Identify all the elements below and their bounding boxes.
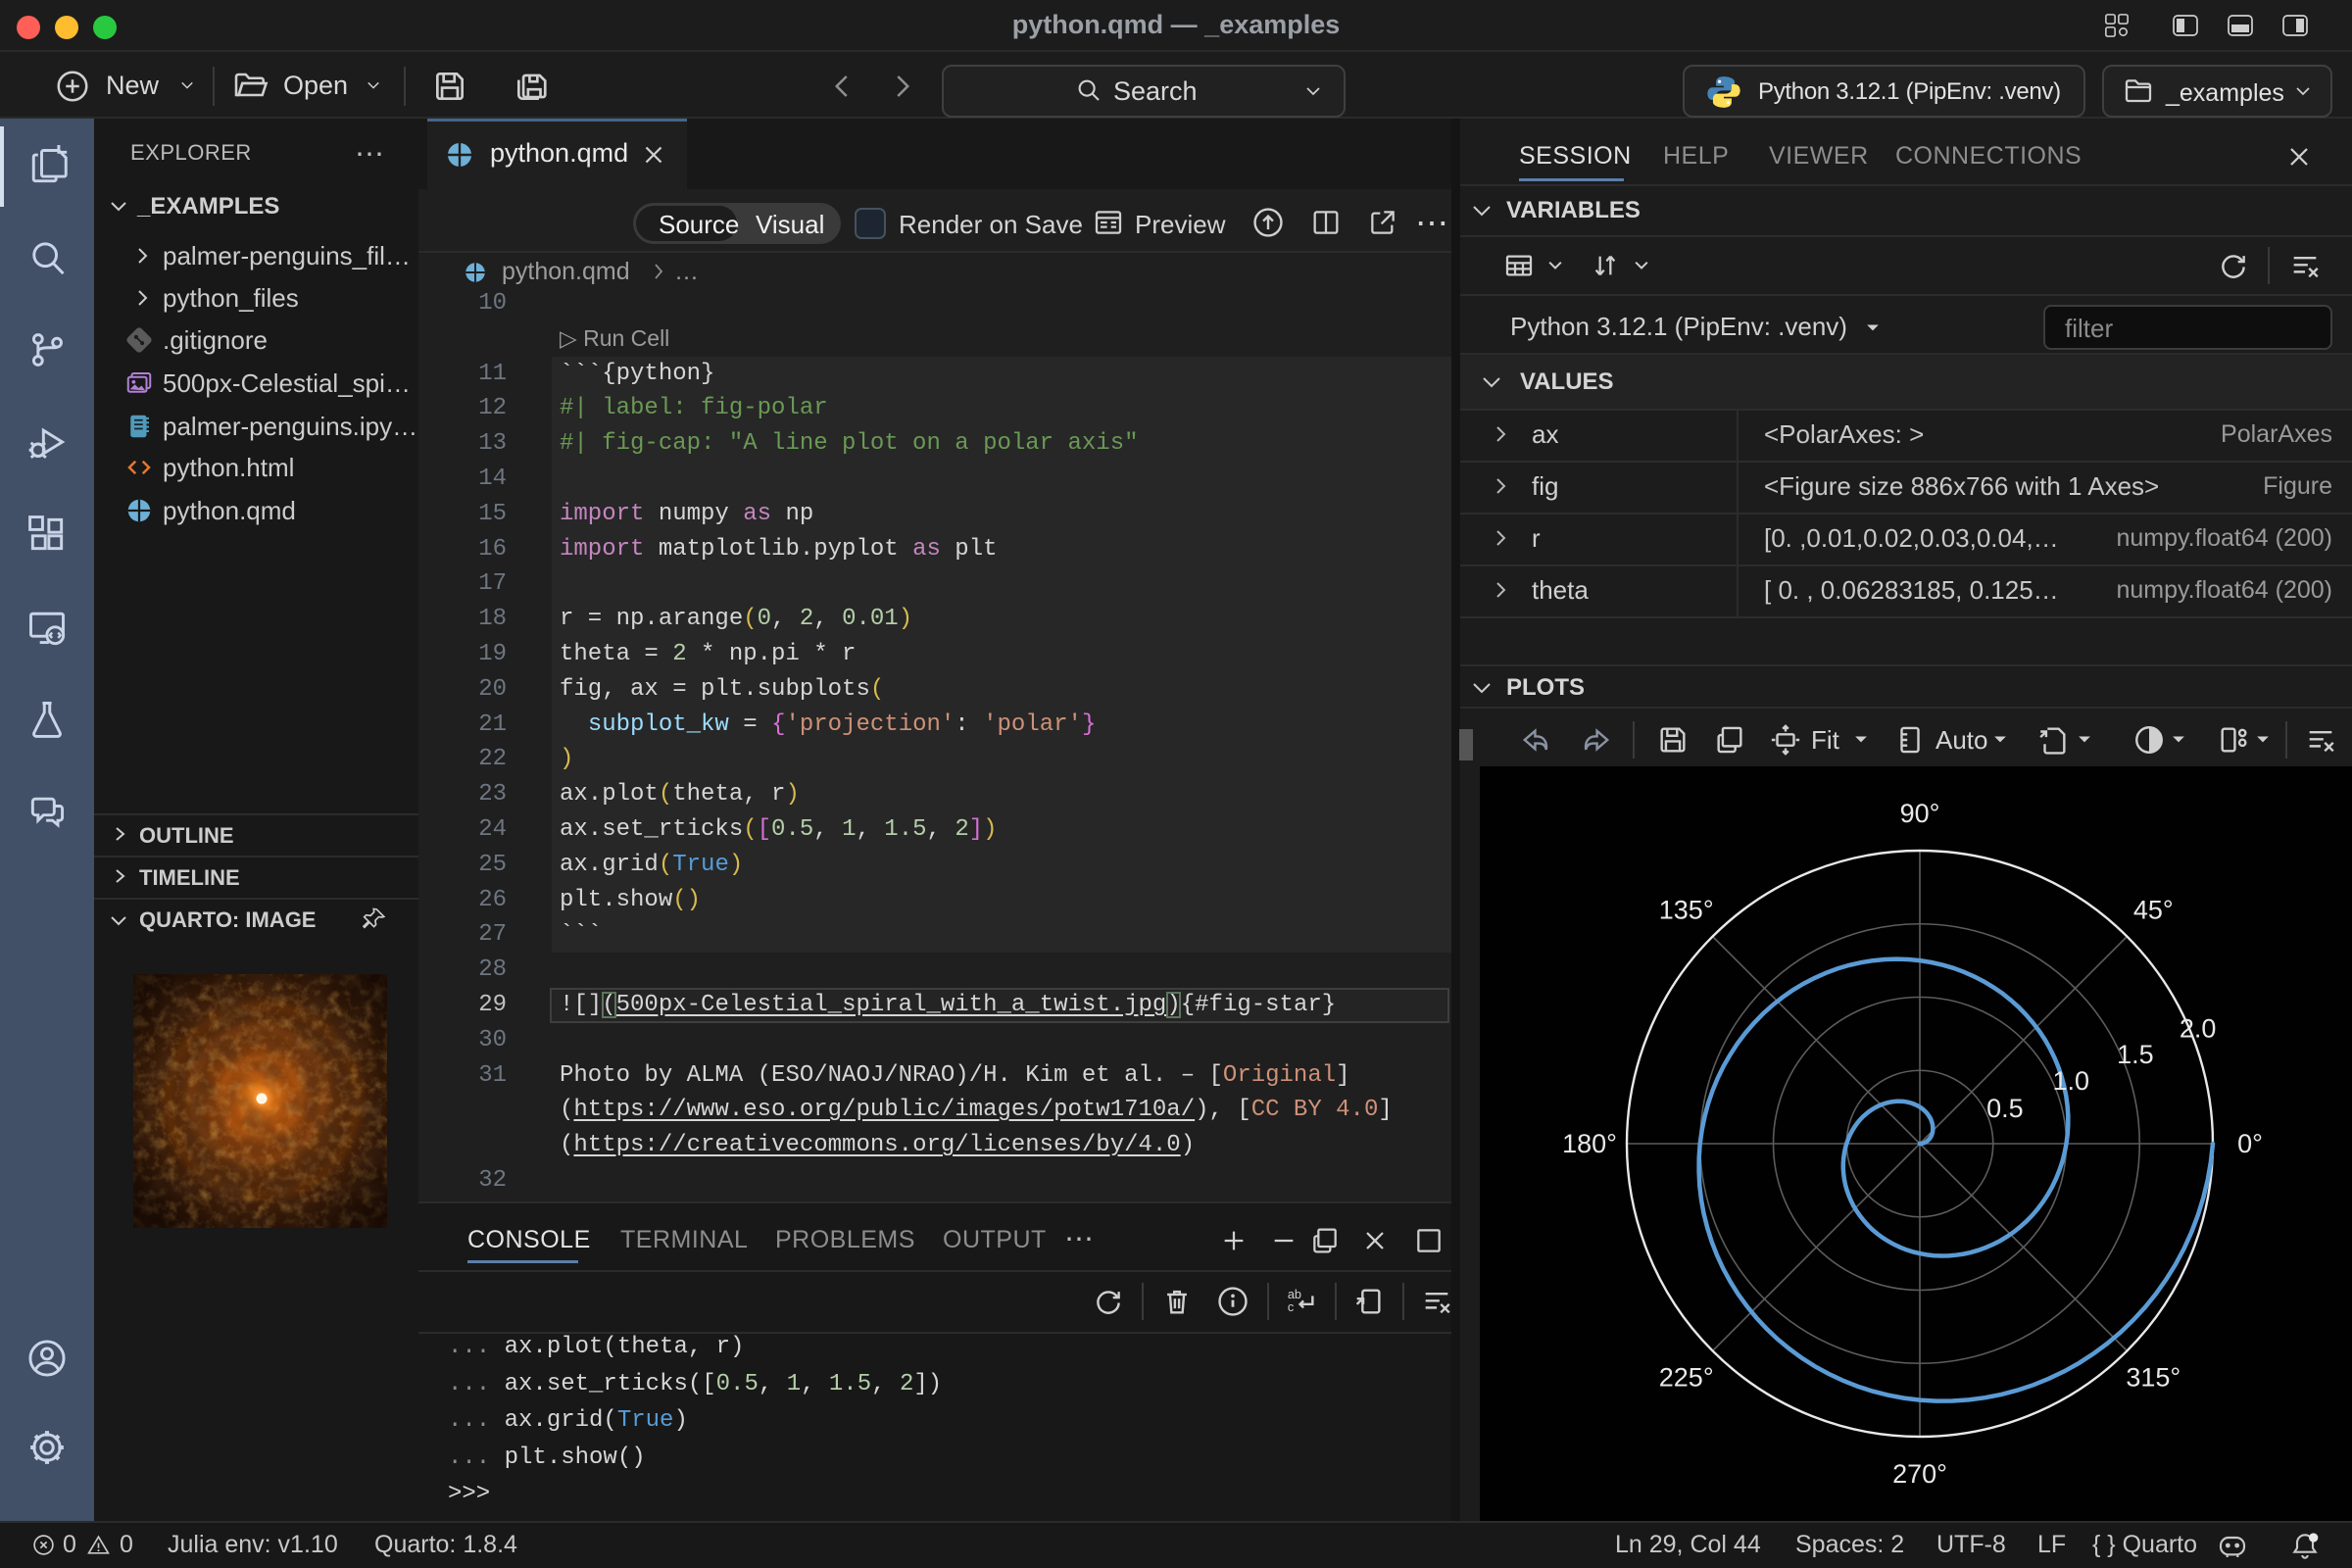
svg-text:270°: 270°	[1892, 1459, 1947, 1489]
svg-text:45°: 45°	[2133, 896, 2174, 925]
svg-text:315°: 315°	[2126, 1362, 2180, 1392]
svg-text:c: c	[1288, 1299, 1295, 1314]
svg-text:1.0: 1.0	[2053, 1066, 2090, 1096]
svg-text:90°: 90°	[1900, 799, 1940, 828]
svg-text:0.5: 0.5	[1986, 1094, 2024, 1123]
svg-text:225°: 225°	[1659, 1362, 1714, 1392]
svg-text:135°: 135°	[1659, 896, 1714, 925]
svg-text:2.0: 2.0	[2180, 1014, 2217, 1044]
svg-text:1.5: 1.5	[2117, 1040, 2154, 1069]
svg-text:0°: 0°	[2237, 1129, 2263, 1158]
svg-text:180°: 180°	[1562, 1129, 1617, 1158]
